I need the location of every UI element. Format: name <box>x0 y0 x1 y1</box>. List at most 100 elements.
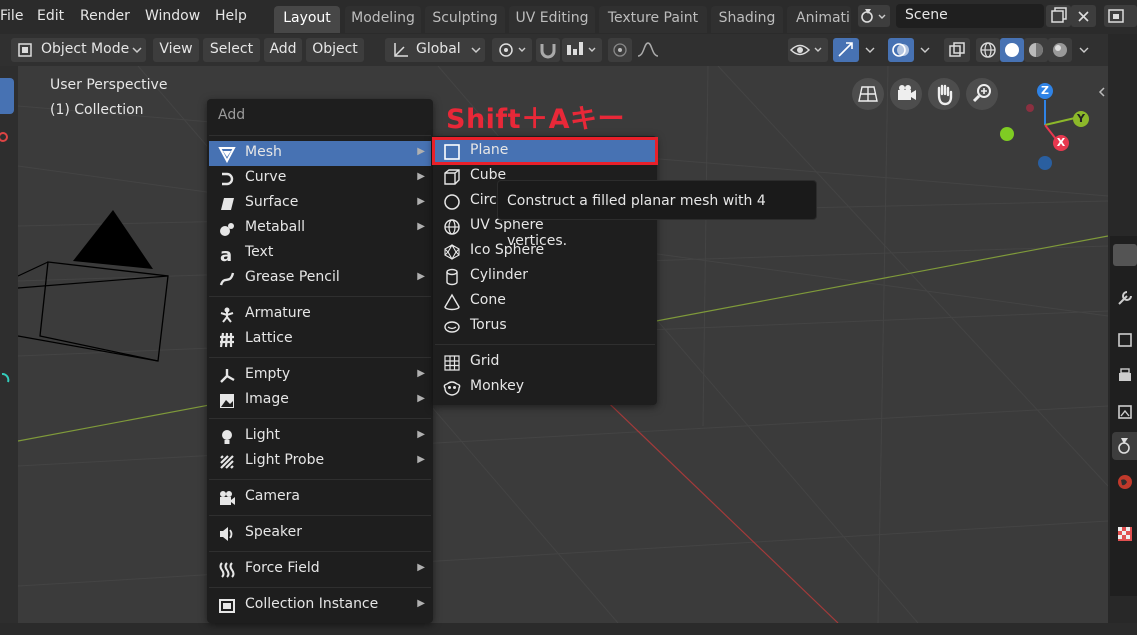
tab-layout[interactable]: Layout <box>274 6 340 33</box>
cursor-tool-button[interactable] <box>0 130 10 144</box>
negative-z-handle[interactable] <box>1026 104 1034 112</box>
sidebar-toggle[interactable] <box>1097 85 1107 99</box>
transform-orientation-selector[interactable]: Global <box>385 38 485 62</box>
menu-item-label: Light <box>245 427 280 443</box>
menu-edit[interactable]: Edit <box>37 0 64 34</box>
z-axis-handle[interactable]: Z <box>1037 83 1053 99</box>
tab-modeling[interactable]: Modeling <box>345 6 421 33</box>
menu-separator <box>435 344 655 345</box>
properties-menu-button[interactable] <box>1113 244 1137 266</box>
mesh-item-cone[interactable]: Cone <box>435 289 655 314</box>
tab-texture-properties[interactable] <box>1113 522 1137 546</box>
add-menu-item-text[interactable]: a Text <box>209 241 431 266</box>
new-scene-button[interactable] <box>1046 5 1071 27</box>
x-axis-handle[interactable]: X <box>1053 135 1069 151</box>
menu-separator <box>209 135 431 136</box>
add-menu-item-camera[interactable]: Camera <box>209 485 431 510</box>
tab-world-properties[interactable] <box>1113 470 1137 494</box>
camera-object[interactable] <box>18 210 169 362</box>
menu-separator <box>209 479 431 480</box>
add-menu-item-lattice[interactable]: Lattice <box>209 327 431 352</box>
add-menu-item-surface[interactable]: Surface ▶ <box>209 191 431 216</box>
snap-toggle[interactable] <box>536 38 560 62</box>
add-menu-item-mesh[interactable]: Mesh ▶ <box>209 141 431 166</box>
camera-view-button[interactable] <box>890 78 922 110</box>
tab-tool-properties[interactable] <box>1113 284 1137 308</box>
select-tool-button[interactable] <box>0 78 14 114</box>
camera-icon <box>898 85 916 100</box>
menu-item-label: Collection Instance <box>245 596 379 612</box>
wrench-icon <box>1118 291 1132 305</box>
snap-target-selector[interactable] <box>562 38 602 62</box>
object-visibility-selector[interactable] <box>788 38 828 62</box>
delete-scene-button[interactable] <box>1071 5 1096 27</box>
select-menu[interactable]: Select <box>203 38 260 62</box>
menu-render[interactable]: Render <box>80 0 130 34</box>
lattice-icon <box>219 332 234 348</box>
tab-animation[interactable]: Animati <box>787 6 851 33</box>
light-icon <box>222 430 232 444</box>
tab-shading[interactable]: Shading <box>711 6 783 33</box>
menu-file[interactable]: File <box>0 0 23 34</box>
shading-wireframe-button[interactable] <box>976 38 1000 62</box>
overlays-toggle[interactable] <box>888 38 914 62</box>
add-menu-item-armature[interactable]: Armature <box>209 302 431 327</box>
tab-render-properties[interactable] <box>1113 328 1137 352</box>
add-menu-item-light-probe[interactable]: Light Probe ▶ <box>209 449 431 474</box>
transform-tool-button[interactable] <box>0 372 10 386</box>
image-stack-icon <box>1118 405 1132 419</box>
shading-options[interactable] <box>1074 38 1094 62</box>
add-menu-item-metaball[interactable]: Metaball ▶ <box>209 216 431 241</box>
timeline-header <box>0 623 1137 635</box>
menu-window[interactable]: Window <box>145 0 200 34</box>
shading-material-button[interactable] <box>1024 38 1048 62</box>
tab-scene-properties[interactable] <box>1112 432 1137 460</box>
tab-view-layer-properties[interactable] <box>1113 400 1137 424</box>
tab-uv-editing[interactable]: UV Editing <box>509 6 595 33</box>
mode-selector[interactable]: Object Mode <box>11 38 146 62</box>
mesh-item-cylinder[interactable]: Cylinder <box>435 264 655 289</box>
shading-solid-button[interactable] <box>1000 38 1024 62</box>
add-menu-item-collection-instance[interactable]: Collection Instance ▶ <box>209 593 431 618</box>
xray-toggle[interactable] <box>944 38 970 62</box>
world-icon <box>1118 475 1132 489</box>
mesh-item-torus[interactable]: Torus <box>435 314 655 339</box>
shading-rendered-button[interactable] <box>1048 38 1072 62</box>
add-menu-item-speaker[interactable]: Speaker <box>209 521 431 546</box>
scene-selector[interactable] <box>858 5 890 27</box>
negative-x-handle[interactable] <box>1038 156 1052 170</box>
add-menu-button[interactable]: Add <box>264 38 302 62</box>
proportional-edit-toggle[interactable] <box>608 38 632 62</box>
add-menu-item-grease-pencil[interactable]: Grease Pencil ▶ <box>209 266 431 291</box>
hand-icon <box>937 84 953 106</box>
object-menu[interactable]: Object <box>306 38 364 62</box>
add-menu-item-image[interactable]: Image ▶ <box>209 388 431 413</box>
grid-perspective-icon <box>858 86 878 102</box>
add-menu-item-empty[interactable]: Empty ▶ <box>209 363 431 388</box>
close-icon <box>1078 11 1089 22</box>
tab-texture-paint[interactable]: Texture Paint <box>599 6 707 33</box>
scene-name-field[interactable]: Scene <box>896 4 1044 28</box>
ico-sphere-icon <box>444 243 460 261</box>
negative-y-handle[interactable] <box>1000 127 1014 141</box>
view-layer-selector[interactable] <box>1104 5 1137 27</box>
zoom-view-button[interactable] <box>966 78 998 110</box>
pivot-point-selector[interactable] <box>492 38 532 62</box>
proportional-falloff-selector[interactable] <box>634 38 664 62</box>
gizmo-toggle[interactable] <box>833 38 859 62</box>
add-menu-item-light[interactable]: Light ▶ <box>209 424 431 449</box>
chevron-down-icon <box>471 47 481 54</box>
tab-output-properties[interactable] <box>1113 364 1137 388</box>
toggle-perspective-button[interactable] <box>852 78 884 110</box>
add-menu-item-force-field[interactable]: Force Field ▶ <box>209 557 431 582</box>
pan-view-button[interactable] <box>928 78 960 110</box>
y-axis-handle[interactable]: Y <box>1073 111 1089 127</box>
gizmo-options[interactable] <box>860 38 880 62</box>
tab-sculpting[interactable]: Sculpting <box>425 6 505 33</box>
add-menu-item-curve[interactable]: Curve ▶ <box>209 166 431 191</box>
mesh-item-monkey[interactable]: Monkey <box>435 375 655 400</box>
menu-help[interactable]: Help <box>215 0 247 34</box>
view-menu[interactable]: View <box>153 38 199 62</box>
mesh-item-grid[interactable]: Grid <box>435 350 655 375</box>
overlays-options[interactable] <box>915 38 935 62</box>
